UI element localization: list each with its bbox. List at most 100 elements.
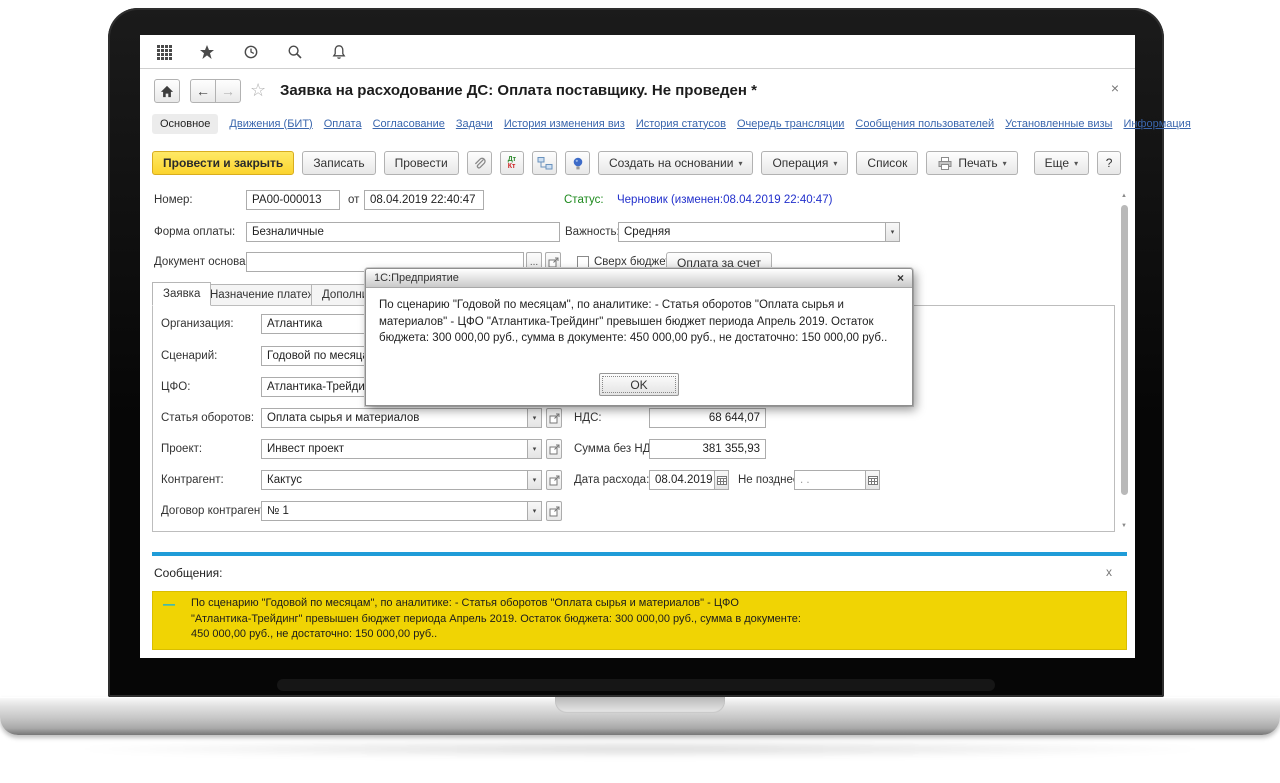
contract-input[interactable]: № 1	[261, 501, 528, 521]
window-close-icon[interactable]: ×	[1111, 80, 1119, 96]
scrollbar-down-icon[interactable]: ▼	[1119, 523, 1129, 529]
home-icon	[160, 85, 174, 98]
tab-oplata[interactable]: Оплата	[324, 118, 362, 130]
not-later-label: Не позднее:	[738, 474, 802, 486]
tab-zadachi[interactable]: Задачи	[456, 118, 493, 130]
open-form-icon	[548, 257, 559, 268]
home-button[interactable]	[154, 79, 180, 103]
paperclip-icon	[472, 156, 487, 171]
back-button[interactable]: ←	[190, 79, 216, 103]
turnover-item-open-button[interactable]	[546, 408, 562, 428]
datetime-input[interactable]: 08.04.2019 22:40:47	[364, 190, 484, 210]
dt-kt-postings-button[interactable]: ДтКт	[500, 151, 525, 175]
tab-soobshcheniya-polzovateley[interactable]: Сообщения пользователей	[855, 118, 994, 130]
tab-soglasovanie[interactable]: Согласование	[373, 118, 445, 130]
turnover-item-input[interactable]: Оплата сырья и материалов	[261, 408, 528, 428]
printer-icon	[937, 156, 953, 171]
forward-arrow-icon: →	[221, 83, 235, 99]
apps-grid-icon[interactable]	[154, 43, 172, 61]
messages-close-icon[interactable]: x	[1106, 565, 1112, 579]
sum-without-vat-input[interactable]: 381 355,93	[649, 439, 766, 459]
chevron-down-icon: ▾	[1074, 159, 1078, 168]
expense-date-label: Дата расхода:	[574, 474, 649, 486]
chevron-down-icon: ▾	[1003, 159, 1007, 168]
counterparty-input[interactable]: Кактус	[261, 470, 528, 490]
print-button[interactable]: Печать▾	[926, 151, 1017, 175]
page-title: Заявка на расходование ДС: Оплата постав…	[280, 82, 757, 99]
inner-tab-zayavka[interactable]: Заявка	[152, 282, 211, 306]
chevron-down-icon: ▾	[738, 159, 742, 168]
screenshot-stage: ← → ☆ Заявка на расходование ДС: Оплата …	[0, 0, 1280, 783]
calendar-icon	[868, 475, 878, 485]
project-label: Проект:	[161, 443, 202, 455]
project-open-button[interactable]	[546, 439, 562, 459]
cfo-label: ЦФО:	[161, 381, 190, 393]
laptop-hinge	[277, 679, 995, 691]
favorite-star-toggle[interactable]: ☆	[250, 80, 266, 101]
over-budget-label: Сверх бюджета	[594, 256, 677, 268]
tab-istoriya-statusov[interactable]: История статусов	[636, 118, 726, 130]
expense-date-calendar-button[interactable]	[715, 470, 729, 490]
turnover-item-dropdown-button[interactable]: ▾	[528, 408, 542, 428]
search-icon[interactable]	[286, 43, 304, 61]
save-button[interactable]: Записать	[302, 151, 375, 175]
over-budget-checkbox[interactable]	[577, 256, 589, 268]
dialog-title-bar[interactable]: 1С:Предприятие ×	[366, 269, 912, 288]
importance-label: Важность:	[565, 226, 620, 238]
not-later-input[interactable]: . .	[794, 470, 866, 490]
importance-dropdown-button[interactable]: ▾	[886, 222, 900, 242]
project-dropdown-button[interactable]: ▾	[528, 439, 542, 459]
tab-dvizheniya-bit[interactable]: Движения (БИТ)	[229, 118, 312, 130]
screen-content: ← → ☆ Заявка на расходование ДС: Оплата …	[140, 35, 1135, 658]
payment-form-input[interactable]: Безналичные	[246, 222, 560, 242]
message-line: "Атлантика-Трейдинг" превышен бюджет пер…	[191, 612, 1118, 628]
dialog-ok-button[interactable]: OK	[599, 373, 679, 396]
counterparty-dropdown-button[interactable]: ▾	[528, 470, 542, 490]
dialog-close-icon[interactable]: ×	[897, 271, 904, 285]
not-later-calendar-button[interactable]	[866, 470, 880, 490]
importance-select[interactable]: Средняя	[618, 222, 886, 242]
tab-ustanovlennye-vizy[interactable]: Установленные визы	[1005, 118, 1112, 130]
from-label: от	[348, 194, 359, 206]
laptop-notch	[555, 697, 725, 713]
history-clock-icon[interactable]	[242, 43, 260, 61]
list-button[interactable]: Список	[856, 151, 918, 175]
app-top-bar	[140, 35, 1135, 69]
number-input[interactable]: РА00-000013	[246, 190, 340, 210]
vat-input[interactable]: 68 644,07	[649, 408, 766, 428]
dt-kt-icon: ДтКт	[508, 156, 516, 170]
attachments-button[interactable]	[467, 151, 492, 175]
forward-button[interactable]: →	[215, 79, 241, 103]
scrollbar-up-icon[interactable]: ▲	[1119, 193, 1129, 199]
counterparty-open-button[interactable]	[546, 470, 562, 490]
back-arrow-icon: ←	[196, 83, 210, 99]
more-button[interactable]: Еще▾	[1034, 151, 1089, 175]
warning-message[interactable]: — По сценарию "Годовой по месяцам", по а…	[152, 591, 1127, 650]
favorites-star-icon[interactable]	[198, 43, 216, 61]
document-structure-icon	[537, 156, 553, 171]
payment-form-label: Форма оплаты:	[154, 226, 235, 238]
turnover-item-label: Статья оборотов:	[161, 412, 254, 424]
open-form-icon	[549, 444, 560, 455]
scrollbar-thumb[interactable]	[1121, 205, 1128, 495]
contract-open-button[interactable]	[546, 501, 562, 521]
messages-separator	[152, 552, 1127, 556]
expense-date-input[interactable]: 08.04.2019	[649, 470, 715, 490]
tab-informaciya[interactable]: Информация	[1123, 118, 1190, 130]
post-and-close-button[interactable]: Провести и закрыть	[152, 151, 294, 175]
contract-dropdown-button[interactable]: ▾	[528, 501, 542, 521]
status-link[interactable]: Черновик (изменен:08.04.2019 22:40:47)	[617, 194, 832, 206]
tab-osnovnoe[interactable]: Основное	[152, 114, 218, 134]
hint-button[interactable]	[565, 151, 590, 175]
tab-istoriya-viz[interactable]: История изменения виз	[504, 118, 625, 130]
message-line: По сценарию "Годовой по месяцам", по ана…	[191, 596, 1118, 612]
post-button[interactable]: Провести	[384, 151, 459, 175]
tab-ochered-translyacii[interactable]: Очередь трансляции	[737, 118, 844, 130]
operation-button[interactable]: Операция▾	[761, 151, 848, 175]
help-button[interactable]: ?	[1097, 151, 1121, 175]
project-input[interactable]: Инвест проект	[261, 439, 528, 459]
status-label: Статус:	[564, 194, 604, 206]
related-documents-button[interactable]	[532, 151, 557, 175]
notifications-bell-icon[interactable]	[330, 43, 348, 61]
create-based-on-button[interactable]: Создать на основании▾	[598, 151, 754, 175]
